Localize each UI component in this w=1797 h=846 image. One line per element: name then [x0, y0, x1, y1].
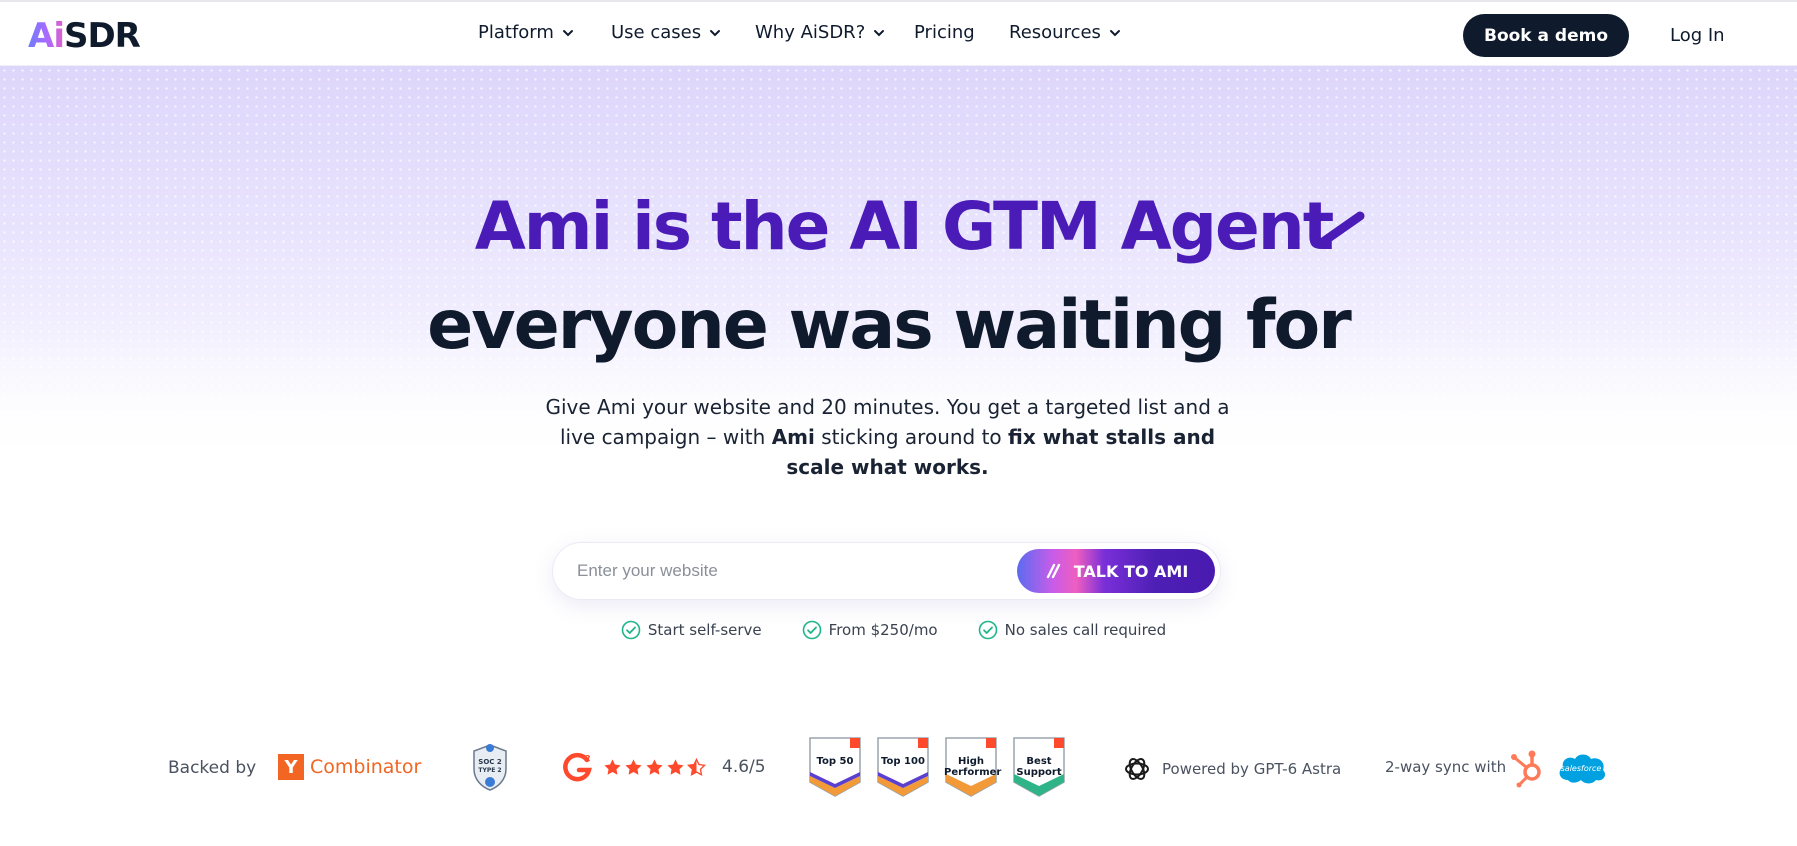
g2-award-badges: Top 50 Top 100 High Performer Best Suppo…: [808, 736, 1066, 798]
website-signup-form: TALK TO AMI: [553, 543, 1220, 599]
nav-item-why-aisdr[interactable]: Why AiSDR?: [755, 22, 886, 43]
svg-text:salesforce: salesforce: [1561, 764, 1602, 773]
trust-bar: Backed by Y Combinator SOC 2 TYPE 2 2 4.…: [0, 730, 1797, 810]
star-rating: [603, 757, 706, 777]
svg-text:TYPE 2: TYPE 2: [478, 767, 501, 774]
nav-item-platform[interactable]: Platform: [478, 22, 575, 43]
top-navigation: AiSDR Platform Use cases Why AiSDR? Pric…: [0, 0, 1797, 66]
star-icon: [667, 758, 684, 775]
talk-to-ami-button[interactable]: TALK TO AMI: [1017, 549, 1215, 593]
svg-text:2: 2: [585, 754, 591, 763]
soc2-badge-icon: SOC 2 TYPE 2: [473, 744, 507, 791]
g2-badge-best-support: Best Support: [1012, 736, 1066, 798]
g2-badge-top-100: Top 100: [876, 736, 930, 798]
nav-item-label: Resources: [1009, 22, 1101, 43]
check-item: Start self-serve: [621, 620, 762, 640]
nav-item-label: Use cases: [611, 22, 702, 43]
check-circle-icon: [802, 620, 821, 640]
backed-by-label: Backed by: [168, 758, 257, 778]
g2-logo-icon: 2: [563, 752, 592, 782]
headline-line-2: everyone was waiting for: [427, 286, 1352, 365]
nav-item-resources[interactable]: Resources: [1009, 22, 1122, 43]
chevron-down-icon: [562, 29, 573, 36]
nav-item-pricing[interactable]: Pricing: [914, 22, 975, 43]
double-slash-icon: [1046, 563, 1060, 579]
star-icon: [625, 758, 642, 775]
login-link[interactable]: Log In: [1670, 25, 1725, 46]
openai-logo-icon: [1125, 758, 1149, 780]
book-demo-button[interactable]: Book a demo: [1463, 14, 1629, 57]
hero-subtitle: Give Ami your website and 20 minutes. Yo…: [545, 395, 1230, 479]
check-item: From $250/mo: [802, 620, 938, 640]
chevron-down-icon: [874, 29, 885, 36]
nav-item-use-cases[interactable]: Use cases: [611, 22, 722, 43]
star-icon: [604, 758, 621, 775]
sync-label: 2-way sync with: [1385, 758, 1507, 776]
feature-checks: Start self-serve From $250/mo No sales c…: [0, 620, 1797, 640]
g2-rating: 2 4.6/5: [563, 752, 766, 782]
salesforce-logo-icon: salesforce: [1559, 754, 1606, 784]
powered-by-openai: Powered by GPT-6 Astra: [1122, 754, 1341, 784]
check-circle-icon: [978, 620, 997, 640]
nav-item-label: Platform: [478, 22, 554, 43]
check-circle-icon: [621, 620, 641, 640]
g2-badge-high-performer: High Performer: [944, 736, 1001, 798]
pen-stroke-icon: [1315, 211, 1365, 249]
star-icon: [646, 758, 663, 775]
chevron-down-icon: [710, 29, 721, 36]
headline-line-1: Ami is the AI GTM Agent: [474, 188, 1335, 265]
powered-by-label: Powered by GPT-6 Astra: [1162, 760, 1342, 778]
talk-button-label: TALK TO AMI: [1073, 561, 1189, 581]
check-item: No sales call required: [978, 620, 1166, 640]
aisdr-logo[interactable]: AiSDR: [28, 16, 141, 56]
hubspot-logo-icon: [1511, 750, 1541, 788]
svg-text:SOC 2: SOC 2: [478, 758, 502, 766]
g2-badge-top-50: Top 50: [808, 736, 862, 798]
g2-rating-value: 4.6/5: [722, 757, 766, 777]
nav-item-label: Pricing: [914, 22, 975, 43]
website-input[interactable]: [577, 557, 977, 585]
chevron-down-icon: [1109, 29, 1120, 36]
y-combinator-logo: Y Combinator: [278, 754, 421, 780]
half-star-icon: [687, 757, 706, 776]
nav-item-label: Why AiSDR?: [755, 22, 866, 43]
